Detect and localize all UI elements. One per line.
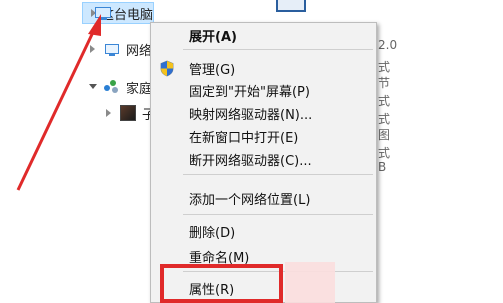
chevron-down-icon[interactable] bbox=[88, 82, 98, 92]
menu-separator bbox=[183, 174, 373, 175]
menu-item-disconnect-drive[interactable]: 断开网络驱动器(C)... bbox=[151, 148, 376, 170]
detail-text: 2.0 bbox=[378, 38, 398, 52]
nav-item-network[interactable]: 网络 bbox=[88, 38, 152, 60]
avatar bbox=[120, 105, 136, 121]
detail-text: 节 bbox=[378, 76, 391, 90]
nav-item-this-pc[interactable]: 这台电脑 bbox=[82, 2, 154, 24]
drive-icon[interactable] bbox=[276, 0, 306, 12]
chevron-right-icon[interactable] bbox=[104, 108, 114, 118]
menu-separator bbox=[183, 49, 373, 50]
annotation-fade bbox=[285, 262, 335, 303]
detail-text: 式 bbox=[378, 94, 391, 108]
context-menu: 展开(A) 管理(G) 固定到"开始"屏幕(P) 映射网络驱动器(N)... 在… bbox=[150, 22, 377, 303]
annotation-highlight-box bbox=[160, 264, 283, 303]
detail-text: B bbox=[378, 160, 387, 174]
detail-text: 式 bbox=[378, 112, 391, 126]
menu-separator bbox=[183, 214, 373, 215]
menu-item-manage[interactable]: 管理(G) bbox=[151, 57, 376, 79]
menu-item-open-new-window[interactable]: 在新窗口中打开(E) bbox=[151, 125, 376, 147]
menu-item-expand[interactable]: 展开(A) bbox=[151, 24, 376, 46]
homegroup-icon bbox=[104, 80, 120, 94]
detail-text: 式 bbox=[378, 146, 391, 160]
nav-item-homegroup[interactable]: 家庭 bbox=[88, 76, 152, 98]
shield-icon bbox=[160, 60, 174, 77]
menu-item-pin-start[interactable]: 固定到"开始"屏幕(P) bbox=[151, 79, 376, 101]
nav-item-label: 网络 bbox=[126, 43, 153, 59]
menu-item-delete[interactable]: 删除(D) bbox=[151, 220, 376, 242]
detail-text: 图 bbox=[378, 128, 391, 142]
network-icon bbox=[104, 43, 120, 56]
nav-item-label: 家庭 bbox=[126, 81, 153, 97]
menu-item-map-drive[interactable]: 映射网络驱动器(N)... bbox=[151, 102, 376, 124]
menu-item-add-network-location[interactable]: 添加一个网络位置(L) bbox=[151, 187, 376, 209]
chevron-right-icon[interactable] bbox=[88, 44, 98, 54]
detail-text: 式 bbox=[378, 60, 391, 74]
navigation-pane: 这台电脑 网络 家庭 子 bbox=[0, 0, 160, 303]
nav-item-user[interactable]: 子 bbox=[104, 102, 155, 124]
